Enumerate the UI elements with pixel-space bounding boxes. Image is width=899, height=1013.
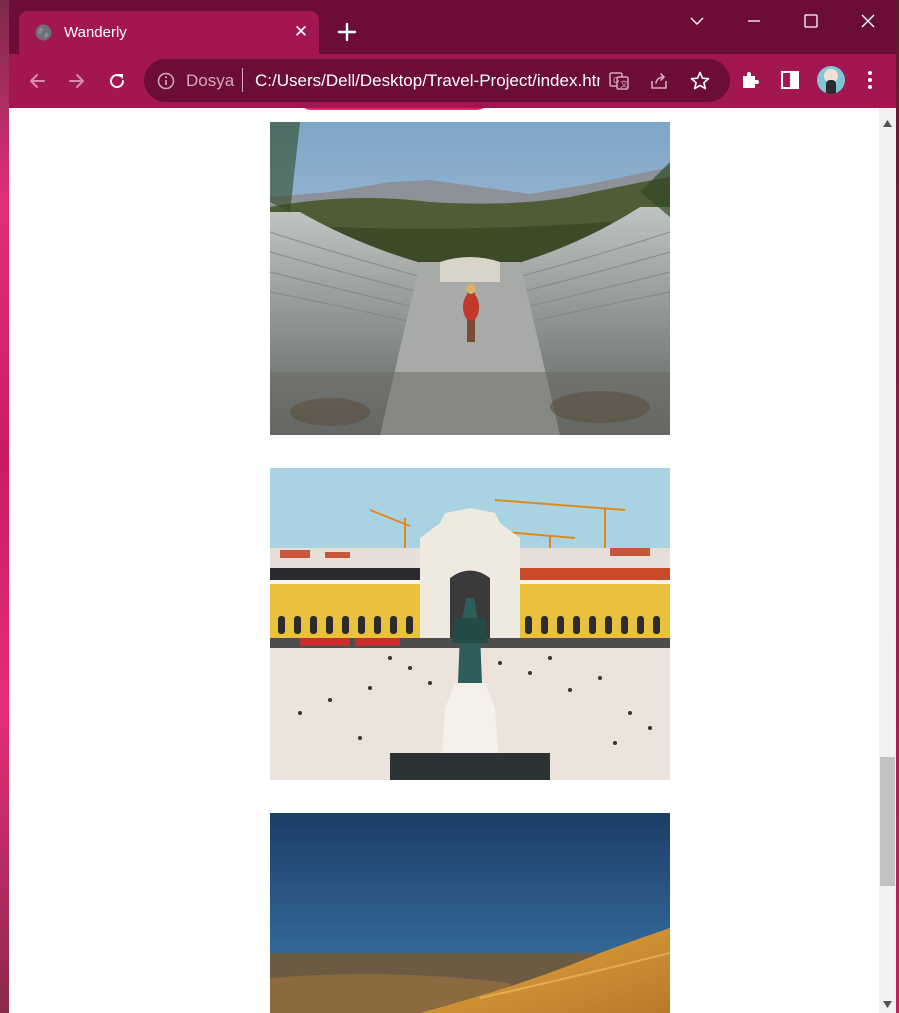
- plus-icon[interactable]: [335, 20, 359, 44]
- photo-amphitheater: [270, 122, 670, 435]
- svg-text:文: 文: [620, 79, 628, 89]
- tab-wanderly[interactable]: Wanderly ✕: [19, 11, 319, 54]
- minimize-icon[interactable]: [734, 8, 774, 34]
- side-panel-icon[interactable]: [778, 68, 804, 94]
- title-bar: Wanderly ✕: [9, 0, 896, 54]
- bookmark-star-icon[interactable]: [689, 70, 711, 92]
- photo-desert-dunes: [270, 813, 670, 1013]
- extensions-puzzle-icon[interactable]: [738, 68, 764, 94]
- address-bar[interactable]: Dosya C:/Users/Dell/Desktop/Travel-Proje…: [144, 59, 730, 102]
- scroll-up-arrow-icon[interactable]: [883, 114, 892, 132]
- site-info-label[interactable]: Dosya: [186, 71, 234, 91]
- tab-search-chevron-icon[interactable]: [677, 8, 717, 34]
- vertical-scrollbar[interactable]: [879, 108, 896, 1013]
- desktop-wallpaper: [0, 0, 9, 1013]
- page-viewport: [9, 108, 879, 1013]
- omnibox-divider: [242, 68, 243, 92]
- url-text[interactable]: C:/Users/Dell/Desktop/Travel-Project/ind…: [255, 71, 600, 91]
- share-icon[interactable]: [648, 70, 670, 92]
- close-window-icon[interactable]: [848, 8, 888, 34]
- reload-icon[interactable]: [103, 67, 131, 95]
- cta-button-partial[interactable]: [299, 108, 489, 110]
- svg-text:G: G: [613, 76, 619, 85]
- translate-icon[interactable]: G 文: [608, 70, 630, 92]
- forward-arrow-icon[interactable]: [63, 67, 91, 95]
- browser-toolbar: Dosya C:/Users/Dell/Desktop/Travel-Proje…: [9, 54, 896, 108]
- maximize-icon[interactable]: [791, 8, 831, 34]
- globe-icon: [35, 24, 52, 41]
- profile-avatar[interactable]: [817, 66, 845, 94]
- more-menu-icon[interactable]: [858, 68, 884, 94]
- browser-window: Wanderly ✕ Dosya C:/Users/Dell/Desktop/T…: [9, 0, 896, 1013]
- scrollbar-thumb[interactable]: [880, 757, 895, 886]
- photo-city-square: [270, 468, 670, 780]
- tab-close-icon[interactable]: ✕: [291, 22, 311, 42]
- scroll-down-arrow-icon[interactable]: [883, 995, 892, 1013]
- site-info-icon[interactable]: [157, 72, 175, 95]
- tab-title: Wanderly: [64, 24, 127, 41]
- back-arrow-icon[interactable]: [23, 67, 51, 95]
